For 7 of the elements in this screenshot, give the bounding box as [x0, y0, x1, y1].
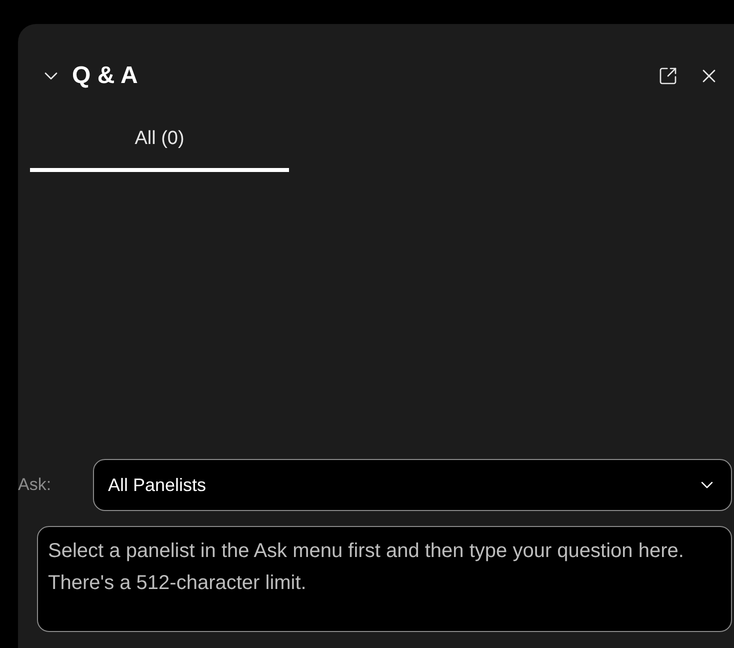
panel-title: Q & A [72, 61, 138, 91]
pop-out-icon [658, 66, 678, 86]
ask-dropdown[interactable]: All Panelists [93, 459, 732, 511]
question-field[interactable]: Select a panelist in the Ask menu first and then type your question here. There's a 512-character limit. [37, 526, 732, 632]
tab[interactable]: All (0) [30, 118, 289, 172]
ask-label: Ask: [18, 474, 52, 496]
pop-out-button[interactable] [658, 66, 678, 86]
